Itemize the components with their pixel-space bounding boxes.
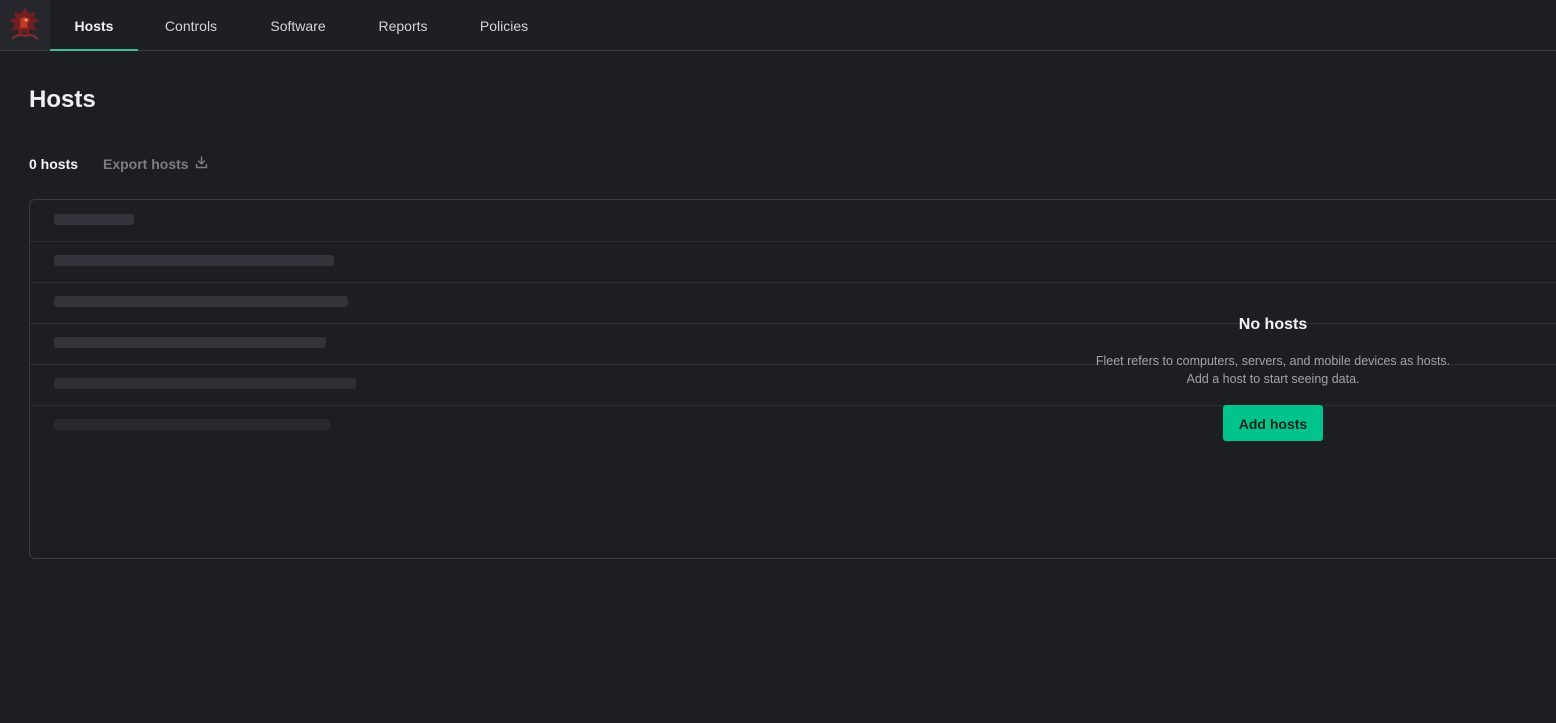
table-header-row [30,200,1556,242]
empty-state-description: Fleet refers to computers, servers, and … [1090,352,1456,388]
add-hosts-button[interactable]: Add hosts [1223,405,1323,441]
empty-state-title: No hosts [1238,316,1308,333]
table-row [30,241,1556,283]
page-title: Hosts [29,86,96,113]
empty-state-line-1: Fleet refers to computers, servers, and … [1095,354,1451,368]
host-count: 0 hosts [29,156,79,172]
tab-controls[interactable]: Controls [147,0,235,50]
top-navigation: Hosts Controls Software Reports Policies [0,0,1556,51]
dragon-logo-icon[interactable] [0,0,50,50]
skeleton-bar [54,378,356,389]
skeleton-bar [54,255,334,266]
tab-hosts[interactable]: Hosts [50,0,138,51]
hosts-table: No hosts Fleet refers to computers, serv… [29,199,1556,559]
tab-software[interactable]: Software [254,0,342,50]
export-hosts-button[interactable]: Export hosts [103,156,208,172]
tab-reports[interactable]: Reports [359,0,447,50]
skeleton-bar [54,296,348,307]
skeleton-bar [54,214,134,225]
empty-state-line-2: Add a host to start seeing data. [1186,372,1360,386]
skeleton-bar [54,337,326,348]
download-icon [195,156,208,172]
empty-state: No hosts Fleet refers to computers, serv… [1090,316,1456,441]
tab-policies[interactable]: Policies [460,0,548,50]
export-hosts-label: Export hosts [103,156,189,172]
skeleton-bar [54,419,330,430]
